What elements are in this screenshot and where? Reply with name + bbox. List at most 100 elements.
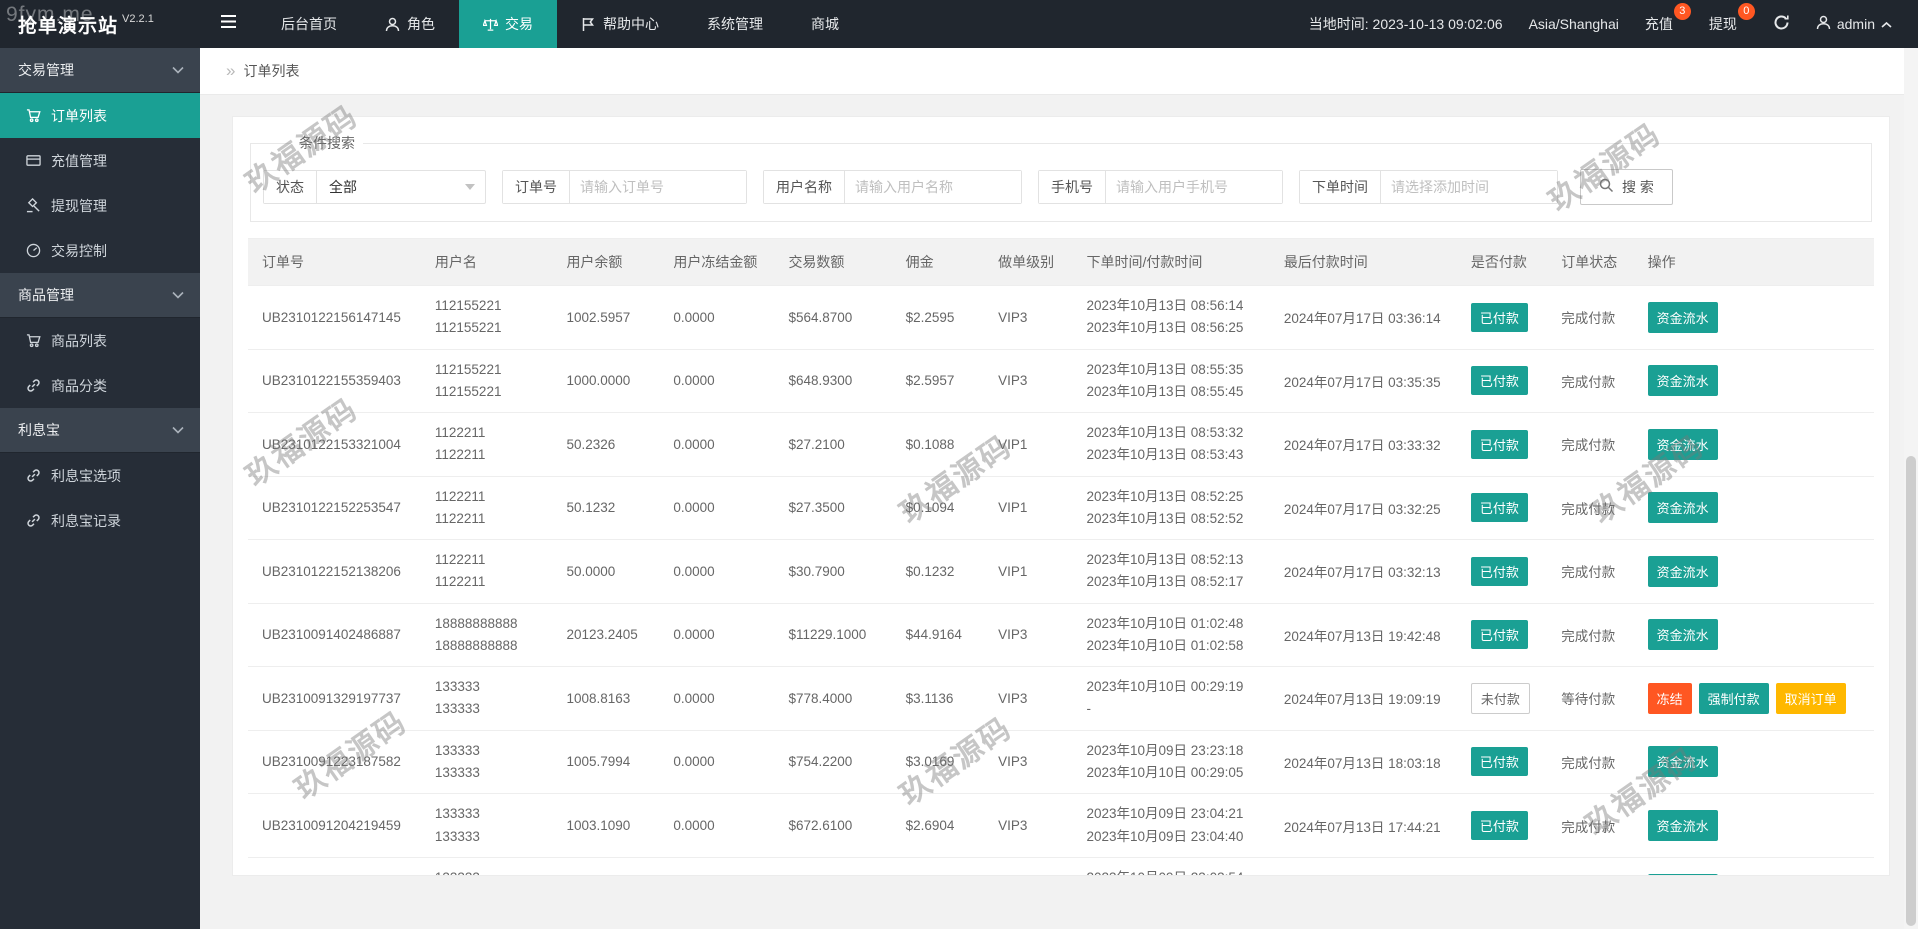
cell-order-status: 完成付款 <box>1555 285 1642 350</box>
sidebar-item-label: 利息宝选项 <box>51 467 121 484</box>
nav-item-角色[interactable]: 角色 <box>361 0 459 48</box>
nav-item-label: 商城 <box>811 16 839 32</box>
cell-last-pay-time: 2024年07月17日 03:35:35 <box>1277 349 1465 414</box>
action-button-资金流水[interactable]: 资金流水 <box>1647 873 1718 875</box>
action-button-资金流水[interactable]: 资金流水 <box>1647 555 1718 587</box>
sidebar-item-利息宝选项[interactable]: 利息宝选项 <box>0 453 200 498</box>
refresh-button[interactable] <box>1773 14 1790 34</box>
user-line: 112155221 <box>434 320 502 336</box>
phone-input[interactable] <box>1106 171 1282 203</box>
cell-paid: 已付款 <box>1464 539 1556 604</box>
search-button[interactable]: 搜 索 <box>1580 169 1673 205</box>
action-button-强制付款[interactable]: 强制付款 <box>1698 682 1769 714</box>
paid-status-badge: 已付款 <box>1470 620 1528 650</box>
time-line: - <box>1086 701 1091 717</box>
recharge-button[interactable]: 充值 3 <box>1645 3 1691 34</box>
cell-balance: 1002.5957 <box>560 285 668 350</box>
link-icon <box>26 513 41 528</box>
sidebar-item-商品分类[interactable]: 商品分类 <box>0 363 200 408</box>
order-time-input[interactable] <box>1381 171 1557 203</box>
username-input[interactable] <box>845 171 1021 203</box>
cell-level: VIP1 <box>992 476 1081 541</box>
column-header: 用户冻结金额 <box>667 238 783 286</box>
phone-filter-group: 手机号 <box>1038 170 1283 204</box>
cell-frozen: 0.0000 <box>667 349 783 414</box>
time-line: 2023年10月13日 08:55:45 <box>1086 383 1244 399</box>
cell-user: 133333 133333 <box>428 730 561 795</box>
link-icon <box>26 468 41 483</box>
nav-item-后台首页[interactable]: 后台首页 <box>257 0 361 48</box>
scrollbar[interactable] <box>1904 48 1918 929</box>
user-line: 133333 <box>434 806 480 822</box>
chevron-up-icon <box>1881 16 1892 32</box>
chevron-down-icon <box>172 64 184 76</box>
user-icon <box>385 17 400 32</box>
action-button-资金流水[interactable]: 资金流水 <box>1647 619 1718 651</box>
table-row: UB2310091223187582 133333 133333 1005.7994 0… <box>248 730 1874 795</box>
status-select[interactable]: 全部 <box>317 171 485 203</box>
withdraw-label: 提现 <box>1708 16 1737 32</box>
cell-paid: 已付款 <box>1464 476 1556 541</box>
cell-order-status: 完成付款 <box>1555 412 1642 477</box>
user-line: 18888888888 <box>434 615 518 631</box>
cell-amount: $754.2200 <box>782 730 900 795</box>
withdraw-button[interactable]: 提现 0 <box>1708 3 1755 34</box>
cell-actions: 资金流水 <box>1641 476 1874 541</box>
sidebar-item-利息宝记录[interactable]: 利息宝记录 <box>0 498 200 543</box>
table-row: UB2310122156147145 112155221 112155221 1002… <box>248 285 1874 350</box>
cell-frozen: 0.0000 <box>667 412 783 477</box>
cell-amount: $778.4000 <box>782 666 900 731</box>
sidebar-item-label: 订单列表 <box>51 107 107 124</box>
action-button-资金流水[interactable]: 资金流水 <box>1647 301 1718 333</box>
hamburger-menu-button[interactable] <box>200 0 257 48</box>
sidebar-item-提现管理[interactable]: 提现管理 <box>0 183 200 228</box>
cell-user: 1122211 1122211 <box>428 412 561 477</box>
table-row: UB2310122152253547 1122211 1122211 50.1232 0… <box>248 476 1874 541</box>
cart-icon <box>26 333 41 348</box>
nav-item-系统管理[interactable]: 系统管理 <box>683 0 787 48</box>
cell-user: 1122211 1122211 <box>428 539 561 604</box>
action-button-资金流水[interactable]: 资金流水 <box>1647 428 1718 460</box>
cell-last-pay-time: 2024年07月17日 03:36:14 <box>1277 285 1465 350</box>
user-line: 112155221 <box>434 383 502 399</box>
sidebar-item-商品列表[interactable]: 商品列表 <box>0 318 200 363</box>
time-line: 2023年10月10日 01:02:58 <box>1086 637 1244 653</box>
user-menu[interactable]: admin <box>1816 15 1892 33</box>
cell-frozen: 0.0000 <box>667 285 783 350</box>
column-header: 下单时间/付款时间 <box>1080 238 1278 286</box>
nav-item-帮助中心[interactable]: 帮助中心 <box>557 0 683 48</box>
cell-paid: 已付款 <box>1464 603 1556 668</box>
cell-commission: $3.1090 <box>899 857 993 875</box>
cell-order-no: UB2310091329197737 <box>248 666 429 731</box>
action-button-冻结[interactable]: 冻结 <box>1647 682 1692 714</box>
action-button-取消订单[interactable]: 取消订单 <box>1775 682 1846 714</box>
nav-item-交易[interactable]: 交易 <box>459 0 557 48</box>
scrollbar-thumb[interactable] <box>1906 456 1916 926</box>
sidebar-item-交易控制[interactable]: 交易控制 <box>0 228 200 273</box>
action-button-资金流水[interactable]: 资金流水 <box>1647 492 1718 524</box>
column-header: 操作 <box>1641 238 1874 286</box>
search-button-label: 搜 索 <box>1622 179 1654 195</box>
cell-paid: 已付款 <box>1464 349 1556 414</box>
cell-frozen: 0.0000 <box>667 666 783 731</box>
sidebar-group-商品管理[interactable]: 商品管理 <box>0 273 200 318</box>
order-no-filter-group: 订单号 <box>502 170 747 204</box>
navbar-right: 当地时间: 2023-10-13 09:02:06 Asia/Shanghai … <box>1309 0 1918 48</box>
sidebar-group-利息宝[interactable]: 利息宝 <box>0 408 200 453</box>
sidebar-group-交易管理[interactable]: 交易管理 <box>0 48 200 93</box>
action-button-资金流水[interactable]: 资金流水 <box>1647 746 1718 778</box>
sidebar-group-label: 利息宝 <box>18 422 60 438</box>
sidebar-item-label: 提现管理 <box>51 197 107 214</box>
sidebar-item-充值管理[interactable]: 充值管理 <box>0 138 200 183</box>
paid-status-badge: 已付款 <box>1470 493 1528 523</box>
cell-amount: $672.6100 <box>782 793 900 858</box>
order-no-input[interactable] <box>570 171 746 203</box>
cell-last-pay-time: 2024年07月13日 17:43:54 <box>1277 857 1465 875</box>
sidebar-item-订单列表[interactable]: 订单列表 <box>0 93 200 138</box>
action-button-资金流水[interactable]: 资金流水 <box>1647 810 1718 842</box>
cell-commission: $2.5957 <box>899 349 993 414</box>
cell-actions: 资金流水 <box>1641 793 1874 858</box>
nav-item-商城[interactable]: 商城 <box>787 0 863 48</box>
action-button-资金流水[interactable]: 资金流水 <box>1647 365 1718 397</box>
nav-item-label: 帮助中心 <box>603 16 659 32</box>
